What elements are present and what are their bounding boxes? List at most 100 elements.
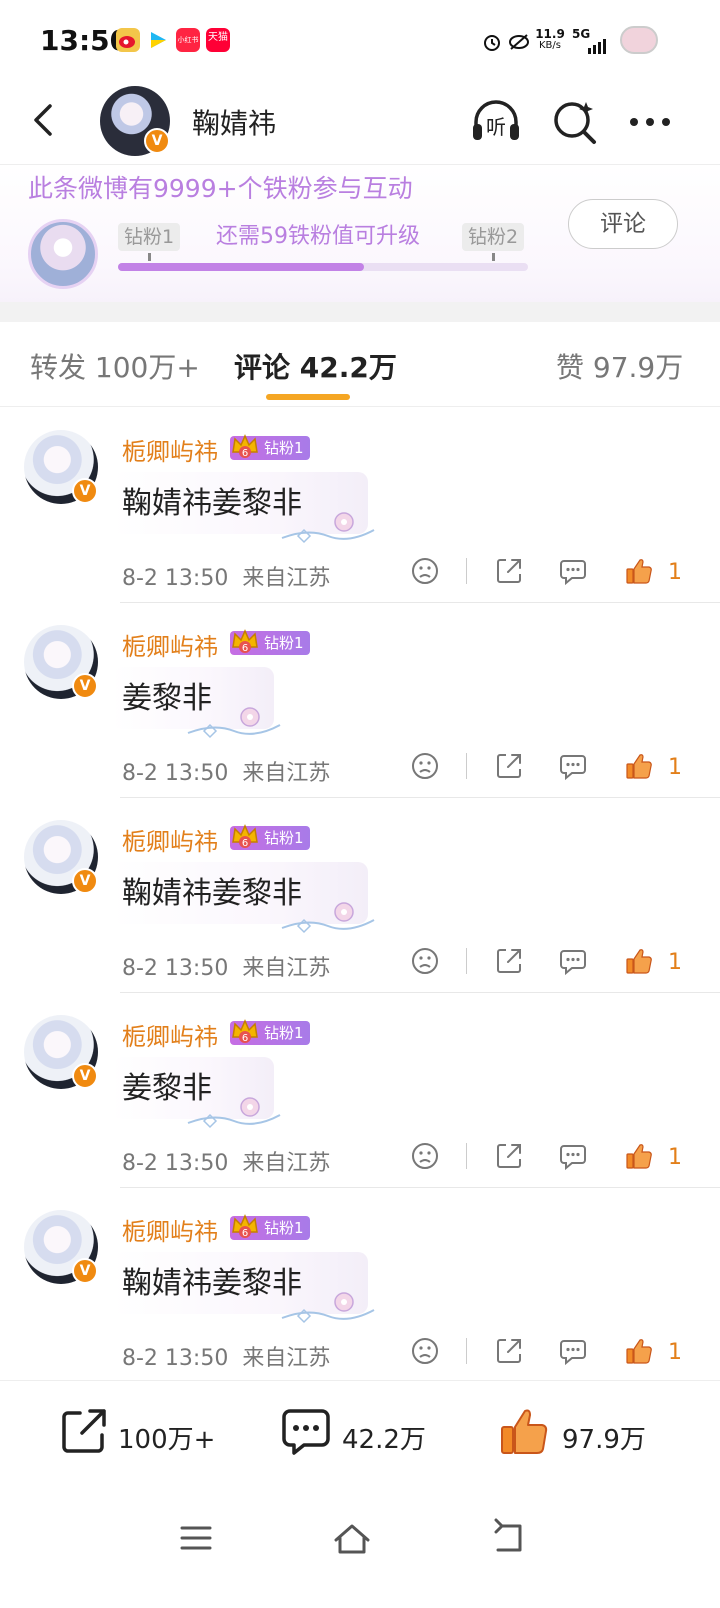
- tab-active-indicator: [266, 394, 350, 400]
- dislike-face-icon[interactable]: [410, 946, 440, 976]
- comment-meta: 8-2 13:50 来自江苏: [122, 566, 331, 591]
- action-separator: [466, 1143, 467, 1169]
- comment-text: 姜黎非: [122, 1071, 212, 1106]
- crown-icon: 6: [232, 629, 258, 654]
- verified-badge: V: [72, 673, 98, 699]
- like-icon[interactable]: [624, 1336, 654, 1366]
- reply-icon[interactable]: [558, 751, 588, 781]
- reply-icon[interactable]: [558, 1336, 588, 1366]
- like-icon[interactable]: [624, 751, 654, 781]
- commenter-name[interactable]: 栀卿屿祎: [122, 432, 218, 467]
- tab-comments[interactable]: 评论 42.2万: [234, 346, 397, 386]
- svg-text:6: 6: [242, 838, 248, 849]
- crown-icon: 6: [232, 434, 258, 459]
- comment-meta: 8-2 13:50 来自江苏: [122, 761, 331, 786]
- level-next-badge: 钻粉2: [462, 223, 525, 251]
- comment-text: 姜黎非: [122, 681, 212, 716]
- comment-like-count: 1: [668, 1340, 682, 1365]
- reply-icon[interactable]: [558, 556, 588, 586]
- level-current-badge: 钻粉1: [118, 223, 181, 251]
- like-icon[interactable]: [624, 556, 654, 586]
- listen-headphones-icon[interactable]: 听: [470, 96, 522, 148]
- commenter-name[interactable]: 栀卿屿祎: [122, 822, 218, 857]
- dislike-face-icon[interactable]: [410, 1141, 440, 1171]
- svg-text:6: 6: [242, 448, 248, 459]
- action-separator: [466, 558, 467, 584]
- comment-item[interactable]: V 栀卿屿祎 6 钻粉1 鞠婧祎姜黎非 8-2 13:50 来自江苏 1: [0, 1188, 720, 1383]
- comment-item[interactable]: V 栀卿屿祎 6 钻粉1 鞠婧祎姜黎非 8-2 13:50 来自江苏 1: [0, 408, 720, 603]
- repost-icon[interactable]: [58, 1405, 110, 1457]
- page-title[interactable]: 鞠婧祎: [192, 102, 276, 142]
- fan-level-badge: 6 钻粉1: [230, 824, 310, 850]
- fan-banner: 此条微博有9999+个铁粉参与互动 钻粉1 还需59铁粉值可升级 钻粉2 评论: [0, 164, 720, 310]
- crown-icon: 6: [232, 824, 258, 849]
- comment-item[interactable]: V 栀卿屿祎 6 钻粉1 鞠婧祎姜黎非 8-2 13:50 来自江苏 1: [0, 798, 720, 993]
- weibo-app-icon: [116, 28, 140, 52]
- fan-level-badge: 6 钻粉1: [230, 1214, 310, 1240]
- progress-tick: [148, 253, 151, 261]
- verified-badge: V: [144, 128, 170, 154]
- comment-button[interactable]: 评论: [568, 199, 678, 249]
- my-avatar: [28, 219, 98, 289]
- comment-text: 鞠婧祎姜黎非: [122, 876, 302, 911]
- action-separator: [466, 1338, 467, 1364]
- network-speed: 11.9 KB/s: [535, 27, 565, 51]
- tab-reposts[interactable]: 转发 100万+: [30, 346, 200, 386]
- level-upgrade-message: 还需59铁粉值可升级: [216, 224, 420, 249]
- fan-level-badge: 6 钻粉1: [230, 629, 310, 655]
- repost-count[interactable]: 100万+: [118, 1419, 215, 1456]
- like-icon[interactable]: [624, 1141, 654, 1171]
- menu-icon[interactable]: [176, 1518, 216, 1558]
- signal-icon: [588, 39, 606, 54]
- reply-icon[interactable]: [558, 1141, 588, 1171]
- tab-bar: 转发 100万+ 评论 42.2万 赞 97.9万: [0, 322, 720, 407]
- svg-text:6: 6: [242, 1033, 248, 1044]
- like-thumb-icon[interactable]: [498, 1405, 550, 1457]
- comment-meta: 8-2 13:50 来自江苏: [122, 956, 331, 981]
- dislike-face-icon[interactable]: [410, 1336, 440, 1366]
- status-bar: 13:50 小红书 天猫 11.9 KB/s 5G: [0, 0, 720, 80]
- share-icon[interactable]: [494, 1141, 524, 1171]
- verified-badge: V: [72, 868, 98, 894]
- commenter-name[interactable]: 栀卿屿祎: [122, 1212, 218, 1247]
- commenter-name[interactable]: 栀卿屿祎: [122, 627, 218, 662]
- verified-badge: V: [72, 1063, 98, 1089]
- eye-off-icon: [509, 34, 529, 50]
- comment-count[interactable]: 42.2万: [342, 1419, 426, 1456]
- share-icon[interactable]: [494, 946, 524, 976]
- crown-icon: 6: [232, 1019, 258, 1044]
- dislike-face-icon[interactable]: [410, 556, 440, 586]
- comment-like-count: 1: [668, 950, 682, 975]
- more-icon[interactable]: [624, 96, 676, 148]
- section-divider: [0, 302, 720, 322]
- back-nav-icon[interactable]: [488, 1518, 528, 1558]
- action-separator: [466, 753, 467, 779]
- back-icon[interactable]: [24, 100, 64, 140]
- share-icon[interactable]: [494, 1336, 524, 1366]
- fan-banner-title: 此条微博有9999+个铁粉参与互动: [28, 174, 413, 203]
- reply-icon[interactable]: [558, 946, 588, 976]
- xiaohongshu-app-icon: 小红书: [176, 28, 200, 52]
- search-icon[interactable]: [548, 96, 600, 148]
- like-count[interactable]: 97.9万: [562, 1419, 646, 1456]
- commenter-name[interactable]: 栀卿屿祎: [122, 1017, 218, 1052]
- comment-meta: 8-2 13:50 来自江苏: [122, 1346, 331, 1371]
- comment-item[interactable]: V 栀卿屿祎 6 钻粉1 姜黎非 8-2 13:50 来自江苏 1: [0, 993, 720, 1188]
- comment-item[interactable]: V 栀卿屿祎 6 钻粉1 姜黎非 8-2 13:50 来自江苏 1: [0, 603, 720, 798]
- verified-badge: V: [72, 1258, 98, 1284]
- fan-level-badge: 6 钻粉1: [230, 1019, 310, 1045]
- comment-like-count: 1: [668, 1145, 682, 1170]
- home-icon[interactable]: [332, 1518, 372, 1558]
- share-icon[interactable]: [494, 751, 524, 781]
- share-icon[interactable]: [494, 556, 524, 586]
- dislike-face-icon[interactable]: [410, 751, 440, 781]
- svg-text:6: 6: [242, 643, 248, 654]
- like-icon[interactable]: [624, 946, 654, 976]
- system-nav-bar: [0, 1490, 720, 1608]
- comment-like-count: 1: [668, 560, 682, 585]
- tab-likes[interactable]: 赞 97.9万: [556, 346, 683, 386]
- action-separator: [466, 948, 467, 974]
- verified-badge: V: [72, 478, 98, 504]
- comment-icon[interactable]: [280, 1405, 332, 1457]
- comment-like-count: 1: [668, 755, 682, 780]
